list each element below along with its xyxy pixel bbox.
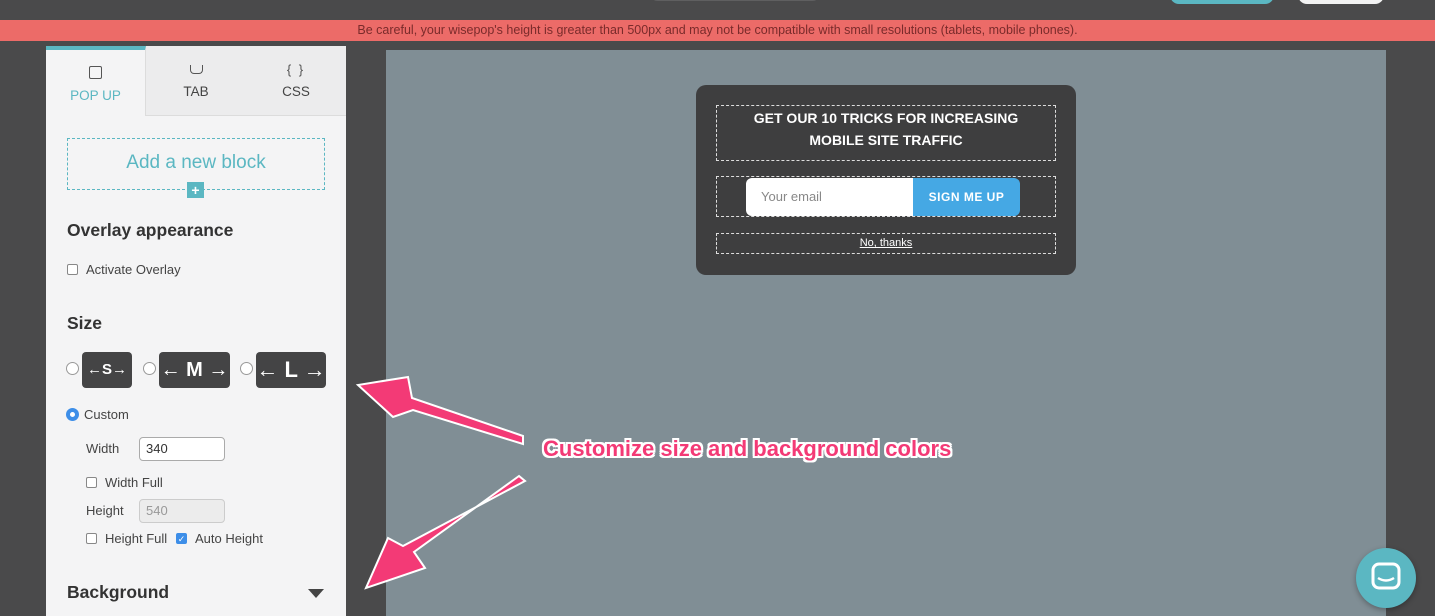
arrow-to-size xyxy=(355,375,524,446)
annotation-arrows xyxy=(355,375,527,590)
chat-bubble-icon xyxy=(1371,562,1401,590)
arrow-to-background xyxy=(364,474,527,590)
chat-icon[interactable] xyxy=(1356,548,1416,608)
annotation-text: Customize size and background colors xyxy=(543,436,952,461)
